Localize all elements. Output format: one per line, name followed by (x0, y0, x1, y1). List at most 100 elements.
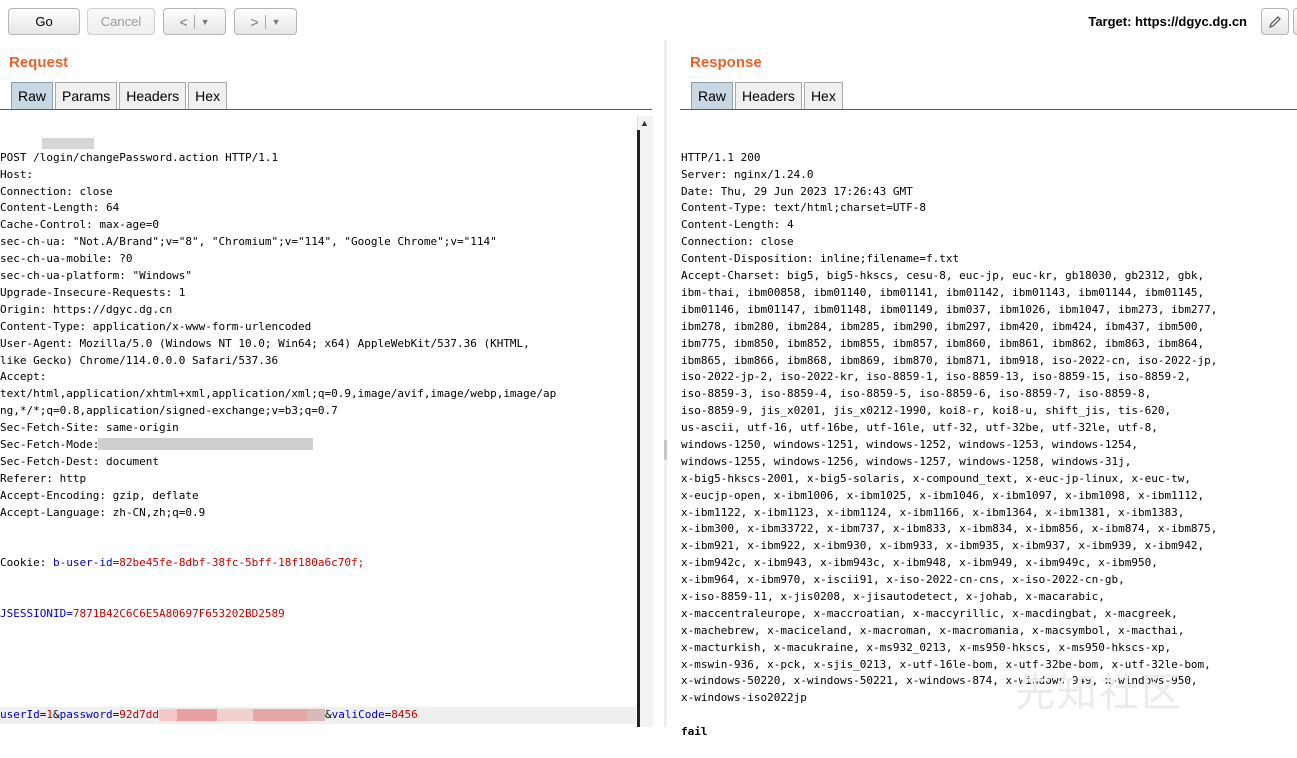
code-line: iso-8859-3, iso-8859-4, iso-8859-5, iso-… (681, 387, 1152, 401)
redacted-referer (98, 438, 313, 450)
response-editor[interactable]: HTTP/1.1 200 Server: nginx/1.24.0 Date: Th… (681, 116, 1297, 758)
code-line: Server: nginx/1.24.0 (681, 167, 814, 181)
redacted-block (252, 709, 307, 722)
tab-raw[interactable]: Raw (691, 82, 734, 109)
tab-hex[interactable]: Hex (803, 82, 843, 109)
tab-hex[interactable]: Hex (188, 82, 228, 109)
code-line: Content-Type: application/x-www-form-url… (0, 319, 312, 333)
response-title: Response (690, 54, 762, 71)
code-line: Sec-Fetch-Mode: navigate (0, 437, 159, 451)
code-line: x-big5-hkscs-2001, x-big5-solaris, x-com… (681, 471, 1191, 485)
tab-underline (680, 109, 1297, 110)
code-line: Sec-Fetch-Site: same-origin (0, 421, 179, 435)
code-line: ibm775, ibm850, ibm852, ibm855, ibm857, … (681, 336, 1205, 350)
cookie-value: 82be45fe-8dbf-38fc-5bff-18f180a6c70f (119, 556, 358, 570)
code-line: Connection: close (0, 184, 113, 198)
code-line: ng,*/*;q=0.8,application/signed-exchange… (0, 404, 338, 418)
scroll-up-icon[interactable]: ▲ (637, 116, 652, 130)
code-line: x-ibm1122, x-ibm1123, x-ibm1124, x-ibm11… (681, 505, 1185, 519)
code-line: windows-1250, windows-1251, windows-1252… (681, 437, 1138, 451)
code-line: POST /login/changePassword.action HTTP/1… (0, 150, 279, 164)
code-line: x-ibm300, x-ibm33722, x-ibm737, x-ibm833… (681, 522, 1218, 536)
code-line: x-iso-8859-11, x-jis0208, x-jisautodetec… (681, 589, 1105, 603)
help-button[interactable] (1293, 8, 1297, 35)
code-line: windows-1255, windows-1256, windows-1257… (681, 454, 1132, 468)
pencil-icon (1269, 15, 1281, 28)
go-button[interactable]: Go (8, 8, 80, 35)
code-line: x-macturkish, x-macukraine, x-ms932_0213… (681, 640, 1172, 654)
cookie-line: JSESSIONID=7871B42C6C6E5A80697F653202BD2… (0, 606, 285, 620)
request-title: Request (9, 54, 69, 71)
tab-headers[interactable]: Headers (119, 82, 187, 109)
redacted-block (176, 709, 217, 722)
code-line: sec-ch-ua-platform: "Windows" (0, 269, 193, 283)
code-line: Content-Length: 4 (681, 218, 794, 232)
cookie-value: 7871B42C6C6E5A80697F653202BD2589 (72, 606, 285, 620)
tab-raw[interactable]: Raw (11, 82, 54, 109)
target-label: Target: https://dgyc.dg.cn (1088, 14, 1247, 29)
code-line: like Gecko) Chrome/114.0.0.0 Safari/537.… (0, 353, 279, 367)
forward-button[interactable]: > ▼ (234, 8, 297, 35)
code-line: x-ibm921, x-ibm922, x-ibm930, x-ibm933, … (681, 539, 1205, 553)
code-line: Date: Thu, 29 Jun 2023 17:26:43 GMT (681, 184, 913, 198)
toolbar: Go Cancel < ▼ > ▼ Target: https://dgyc.d… (0, 0, 1297, 44)
code-line: Connection: close (681, 235, 794, 249)
redacted-block (158, 709, 177, 722)
response-tabs: Raw Headers Hex (691, 82, 845, 110)
code-line: User-Agent: Mozilla/5.0 (Windows NT 10.0… (0, 336, 530, 350)
request-body: userId=1&password=92d7dd &valiCode=8456 (0, 707, 636, 725)
code-line: Content-Length: 64 (0, 201, 120, 215)
separator (264, 14, 266, 29)
cookie-line: Cookie: b-user-id=82be45fe-8dbf-38fc-5bf… (0, 556, 365, 570)
request-headers: POST /login/changePassword.action HTTP/1… (0, 150, 636, 522)
tab-params[interactable]: Params (55, 82, 118, 109)
code-line: ibm-thai, ibm00858, ibm01140, ibm01141, … (681, 285, 1205, 299)
code-line: Accept-Encoding: gzip, deflate (0, 488, 199, 502)
code-line: Upgrade-Insecure-Requests: 1 (0, 285, 186, 299)
edit-target-button[interactable] (1261, 8, 1289, 35)
scrollbar-thumb[interactable] (637, 130, 640, 727)
code-line: iso-2022-jp-2, iso-2022-kr, iso-8859-1, … (681, 370, 1191, 384)
code-line: Content-Type: text/html;charset=UTF-8 (681, 201, 927, 215)
back-button[interactable]: < ▼ (163, 8, 226, 35)
code-line: ibm278, ibm280, ibm284, ibm285, ibm290, … (681, 319, 1205, 333)
response-body: HTTP/1.1 200 Server: nginx/1.24.0 Date: Th… (681, 150, 1297, 741)
code-line: x-ibm964, x-ibm970, x-iscii91, x-iso-202… (681, 573, 1125, 587)
pane-splitter[interactable] (664, 40, 667, 727)
code-line: Host: (0, 167, 40, 181)
code-line: Origin: https://dgyc.dg.cn (0, 302, 173, 316)
code-line: ibm865, ibm866, ibm868, ibm869, ibm870, … (681, 353, 1218, 367)
cookie-name: JSESSIONID (0, 606, 67, 620)
code-line: Accept-Charset: big5, big5-hkscs, cesu-8… (681, 269, 1205, 283)
code-line: Accept-Language: zh-CN,zh;q=0.9 (0, 505, 206, 519)
code-line: x-windows-iso2022jp (681, 691, 807, 705)
forward-arrow-icon: > (250, 13, 259, 30)
chevron-down-icon[interactable]: ▼ (272, 17, 281, 27)
tab-underline (0, 109, 652, 110)
code-line: ibm01146, ibm01147, ibm01148, ibm01149, … (681, 302, 1218, 316)
redacted-block (216, 709, 253, 722)
tab-headers[interactable]: Headers (735, 82, 802, 109)
code-line: Cache-Control: max-age=0 (0, 218, 159, 232)
code-line: HTTP/1.1 200 (681, 150, 761, 164)
code-line: text/html,application/xhtml+xml,applicat… (0, 387, 557, 401)
request-tabs: Raw Params Headers Hex (11, 82, 229, 110)
code-line: sec-ch-ua: "Not.A/Brand";v="8", "Chromiu… (0, 235, 497, 249)
code-line: us-ascii, utf-16, utf-16be, utf-16le, ut… (681, 421, 1158, 435)
redacted-block (306, 709, 325, 722)
watermark: 先知社区 (1015, 670, 1183, 716)
request-editor[interactable]: POST /login/changePassword.action HTTP/1… (0, 116, 636, 741)
code-line: x-mswin-936, x-pck, x-sjis_0213, x-utf-1… (681, 657, 1211, 671)
splitter-grip[interactable] (664, 440, 667, 460)
code-line: Content-Disposition: inline;filename=f.t… (681, 252, 960, 266)
code-line: x-maccentraleurope, x-maccroatian, x-mac… (681, 606, 1178, 620)
chevron-down-icon[interactable]: ▼ (201, 17, 210, 27)
cancel-button[interactable]: Cancel (87, 8, 155, 35)
redacted-host (42, 138, 94, 149)
code-line: Sec-Fetch-Dest: document (0, 454, 159, 468)
code-line: x-machebrew, x-maciceland, x-macroman, x… (681, 623, 1185, 637)
code-line: x-windows-50220, x-windows-50221, x-wind… (681, 674, 1198, 688)
code-line: iso-8859-9, jis_x0201, jis_x0212-1990, k… (681, 404, 1172, 418)
